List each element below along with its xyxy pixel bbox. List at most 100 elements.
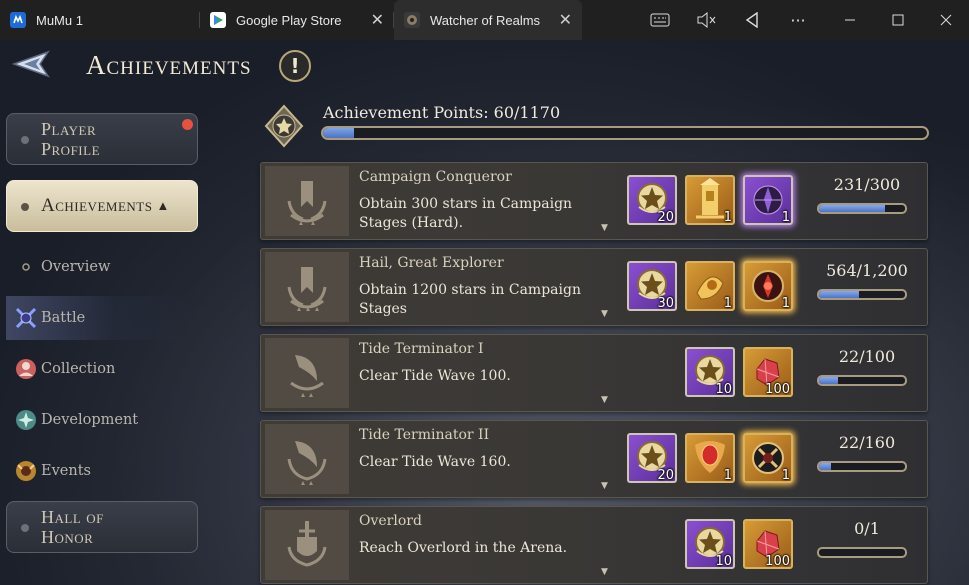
horn-emblem-icon bbox=[290, 355, 324, 397]
sidebar-hall-of-honor[interactable]: Hall of Honor bbox=[6, 501, 198, 553]
achievement-row[interactable]: Campaign Conqueror Obtain 300 stars in Ca… bbox=[260, 162, 928, 240]
horn-emblem-icon bbox=[287, 441, 327, 485]
reward-count: 10 bbox=[715, 554, 732, 569]
achievement-points-fill bbox=[323, 128, 354, 138]
achievement-progress-bar bbox=[817, 289, 907, 300]
achievement-row[interactable]: Hail, Great Explorer Obtain 1200 stars in… bbox=[260, 248, 928, 326]
tab-google-play[interactable]: Google Play Store ✕ bbox=[200, 0, 394, 40]
achievement-description: Obtain 1200 stars in Campaign Stages bbox=[359, 282, 581, 317]
tab-label: MuMu 1 bbox=[36, 12, 83, 28]
achievement-progress-bar bbox=[817, 547, 907, 558]
mute-icon[interactable] bbox=[692, 0, 720, 40]
sidebar-item-label: Achievements bbox=[41, 195, 153, 216]
achievement-description: Obtain 300 stars in Campaign Stages (Har… bbox=[359, 196, 573, 231]
achievement-progress-text: 0/1 bbox=[854, 519, 880, 538]
window-title-bar: MuMu 1 Google Play Store ✕ Watcher of Re… bbox=[0, 0, 969, 40]
reward-item[interactable]: 10 bbox=[685, 519, 735, 569]
achievement-title: Hail, Great Explorer bbox=[359, 255, 504, 271]
achievement-title: Tide Terminator I bbox=[359, 341, 484, 357]
mumu-icon bbox=[10, 12, 26, 28]
achievement-progress-fill bbox=[819, 463, 832, 470]
expand-chevron-icon[interactable]: ▼ bbox=[601, 309, 608, 319]
achievement-emblem bbox=[265, 510, 349, 580]
achievement-emblem bbox=[265, 252, 349, 322]
achievement-row[interactable]: Overlord Reach Overlord in the Arena. ▼ 10 1… bbox=[260, 506, 928, 584]
tab-mumu[interactable]: MuMu 1 bbox=[0, 0, 200, 40]
achievement-title: Campaign Conqueror bbox=[359, 169, 512, 185]
reward-item[interactable]: 1 bbox=[685, 261, 735, 311]
battle-icon bbox=[15, 307, 37, 329]
tab-label: Google Play Store bbox=[236, 12, 342, 28]
achievement-progress-bar bbox=[817, 203, 907, 214]
events-icon bbox=[16, 461, 36, 481]
banner-emblem-icon bbox=[287, 181, 327, 225]
reward-count: 100 bbox=[765, 554, 790, 569]
reward-item[interactable]: 1 bbox=[685, 433, 735, 483]
achievement-progress-text: 231/300 bbox=[833, 175, 901, 194]
more-icon[interactable]: ··· bbox=[784, 0, 812, 40]
sidebar-item-collection[interactable]: Collection bbox=[6, 347, 186, 391]
reward-item[interactable]: 1 bbox=[685, 175, 735, 225]
expand-chevron-icon[interactable]: ▼ bbox=[601, 481, 608, 491]
keyboard-icon[interactable] bbox=[646, 0, 674, 40]
sidebar-item-label: Development bbox=[41, 412, 139, 428]
achievement-progress-bar bbox=[817, 375, 907, 386]
back-button[interactable] bbox=[10, 48, 54, 80]
sidebar-achievements[interactable]: Achievements ▲ bbox=[6, 180, 198, 232]
sidebar-item-overview[interactable]: Overview bbox=[6, 245, 186, 289]
reward-item[interactable]: 1 bbox=[743, 433, 793, 483]
minimize-icon[interactable] bbox=[830, 0, 870, 40]
reward-item[interactable]: 10 bbox=[685, 347, 735, 397]
banner-emblem-icon bbox=[287, 267, 327, 311]
dot-icon bbox=[22, 263, 30, 271]
achievement-progress-fill bbox=[819, 291, 860, 298]
achievement-points-value: 60/1170 bbox=[493, 103, 561, 122]
achievement-description: Reach Overlord in the Arena. bbox=[359, 540, 568, 556]
sidebar-item-label: Collection bbox=[41, 361, 116, 377]
reward-item[interactable]: 30 bbox=[627, 261, 677, 311]
reward-count: 20 bbox=[657, 210, 674, 225]
sidebar-item-events[interactable]: Events bbox=[6, 449, 186, 493]
achievement-points-bar bbox=[321, 126, 929, 140]
maximize-icon[interactable] bbox=[878, 0, 918, 40]
expand-chevron-icon[interactable]: ▼ bbox=[601, 395, 608, 405]
sword-emblem-icon bbox=[287, 521, 327, 567]
development-icon bbox=[16, 410, 36, 430]
achievement-description: Clear Tide Wave 160. bbox=[359, 454, 511, 470]
sidebar-item-label: Events bbox=[41, 463, 91, 479]
reward-item[interactable]: 1 bbox=[743, 261, 793, 311]
achievement-progress-text: 22/100 bbox=[838, 347, 896, 366]
achievement-points-icon bbox=[264, 104, 304, 148]
page-title: Achievements bbox=[86, 50, 252, 80]
close-tab-icon[interactable]: ✕ bbox=[559, 10, 572, 30]
reward-count: 1 bbox=[723, 296, 732, 311]
achievement-progress-text: 564/1,200 bbox=[826, 261, 908, 280]
reward-count: 1 bbox=[723, 468, 732, 483]
expand-chevron-icon[interactable]: ▼ bbox=[601, 223, 608, 233]
achievement-row[interactable]: Tide Terminator II Clear Tide Wave 160. ▼ 2… bbox=[260, 420, 928, 498]
collapse-arrow-icon: ▲ bbox=[156, 198, 170, 213]
tab-watcher-of-realms[interactable]: Watcher of Realms ✕ bbox=[394, 0, 582, 40]
back-triangle-icon[interactable] bbox=[738, 0, 766, 40]
reward-item[interactable]: 100 bbox=[743, 347, 793, 397]
reward-count: 30 bbox=[657, 296, 674, 311]
reward-count: 10 bbox=[715, 382, 732, 397]
reward-item[interactable]: 20 bbox=[627, 175, 677, 225]
close-icon[interactable] bbox=[926, 0, 966, 40]
achievement-title: Tide Terminator II bbox=[359, 427, 490, 443]
sidebar-item-label: Player Profile bbox=[41, 119, 101, 159]
achievement-description: Clear Tide Wave 100. bbox=[359, 368, 511, 384]
close-tab-icon[interactable]: ✕ bbox=[371, 10, 384, 30]
sidebar-item-development[interactable]: Development bbox=[6, 398, 186, 442]
sidebar-item-battle[interactable]: Battle bbox=[6, 296, 186, 340]
reward-item[interactable]: 1 bbox=[743, 175, 793, 225]
back-arrow-icon bbox=[11, 50, 50, 78]
expand-chevron-icon[interactable]: ▼ bbox=[601, 567, 608, 577]
achievement-emblem bbox=[265, 166, 349, 236]
reward-item[interactable]: 100 bbox=[743, 519, 793, 569]
achievement-row[interactable]: Tide Terminator I Clear Tide Wave 100. ▼ 10… bbox=[260, 334, 928, 412]
achievement-emblem bbox=[265, 424, 349, 494]
reward-item[interactable]: 20 bbox=[627, 433, 677, 483]
sidebar-player-profile[interactable]: Player Profile bbox=[6, 113, 198, 165]
info-button[interactable]: ! bbox=[279, 50, 311, 82]
